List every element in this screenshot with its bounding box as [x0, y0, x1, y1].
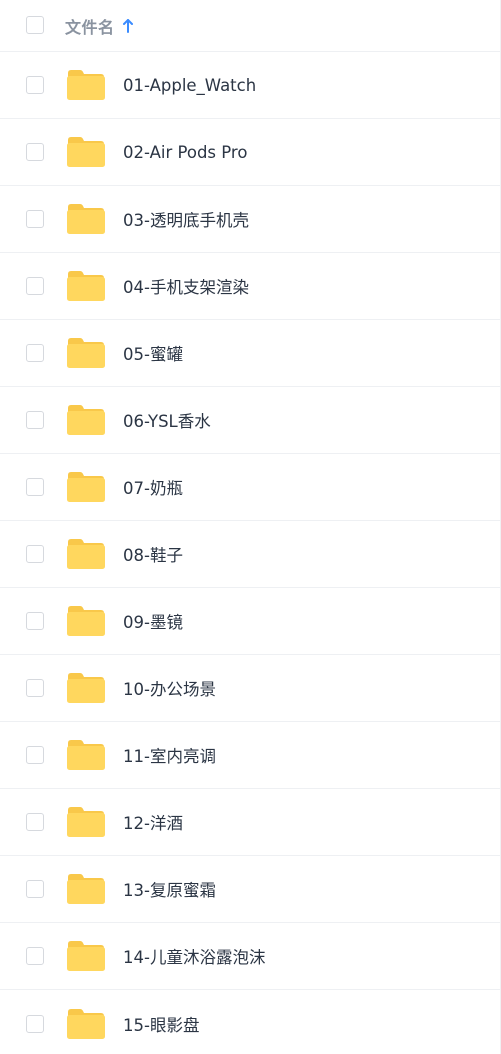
row-checkbox[interactable]: [26, 344, 44, 362]
folder-icon: [66, 404, 106, 436]
folder-icon: [66, 270, 106, 302]
folder-icon: [66, 1008, 106, 1040]
file-row[interactable]: 15-眼影盘: [0, 990, 500, 1054]
file-row[interactable]: 03-透明底手机壳: [0, 186, 500, 253]
row-checkbox[interactable]: [26, 478, 44, 496]
row-checkbox[interactable]: [26, 143, 44, 161]
row-checkbox[interactable]: [26, 679, 44, 697]
file-row[interactable]: 01-Apple_Watch: [0, 52, 500, 119]
file-name[interactable]: 11-室内亮调: [123, 743, 216, 767]
row-checkbox[interactable]: [26, 947, 44, 965]
folder-icon: [66, 739, 106, 771]
row-checkbox[interactable]: [26, 545, 44, 563]
row-checkbox[interactable]: [26, 612, 44, 630]
folder-icon: [66, 203, 106, 235]
folder-icon: [66, 873, 106, 905]
file-row[interactable]: 09-墨镜: [0, 588, 500, 655]
file-name[interactable]: 01-Apple_Watch: [123, 76, 256, 95]
folder-icon: [66, 672, 106, 704]
file-row[interactable]: 10-办公场景: [0, 655, 500, 722]
file-name[interactable]: 15-眼影盘: [123, 1012, 199, 1036]
file-name[interactable]: 09-墨镜: [123, 609, 183, 633]
file-name[interactable]: 06-YSL香水: [123, 408, 211, 432]
column-header-filename[interactable]: 文件名: [65, 14, 115, 38]
folder-icon: [66, 136, 106, 168]
folder-icon: [66, 605, 106, 637]
file-row[interactable]: 04-手机支架渲染: [0, 253, 500, 320]
file-row[interactable]: 08-鞋子: [0, 521, 500, 588]
row-checkbox[interactable]: [26, 76, 44, 94]
folder-icon: [66, 69, 106, 101]
file-name[interactable]: 14-儿童沐浴露泡沫: [123, 944, 265, 968]
file-row[interactable]: 14-儿童沐浴露泡沫: [0, 923, 500, 990]
file-row[interactable]: 11-室内亮调: [0, 722, 500, 789]
file-name[interactable]: 10-办公场景: [123, 676, 216, 700]
file-name[interactable]: 03-透明底手机壳: [123, 207, 249, 231]
row-checkbox[interactable]: [26, 813, 44, 831]
file-name[interactable]: 05-蜜罐: [123, 341, 183, 365]
file-row[interactable]: 13-复原蜜霜: [0, 856, 500, 923]
folder-icon: [66, 806, 106, 838]
select-all-checkbox[interactable]: [26, 15, 44, 34]
folder-icon: [66, 538, 106, 570]
file-name[interactable]: 04-手机支架渲染: [123, 274, 249, 298]
folder-icon: [66, 940, 106, 972]
file-name[interactable]: 08-鞋子: [123, 542, 183, 566]
file-list-header: 文件名: [0, 0, 500, 52]
file-row[interactable]: 06-YSL香水: [0, 387, 500, 454]
file-name[interactable]: 12-洋酒: [123, 810, 183, 834]
row-checkbox[interactable]: [26, 1014, 44, 1033]
file-name[interactable]: 07-奶瓶: [123, 475, 183, 499]
file-rows: 01-Apple_Watch 02-Air Pods Pro 03-透明底手机壳 04…: [0, 52, 500, 1054]
file-name[interactable]: 13-复原蜜霜: [123, 877, 216, 901]
row-checkbox[interactable]: [26, 411, 44, 429]
file-row[interactable]: 02-Air Pods Pro: [0, 119, 500, 186]
row-checkbox[interactable]: [26, 210, 44, 228]
folder-icon: [66, 471, 106, 503]
folder-icon: [66, 337, 106, 369]
file-name[interactable]: 02-Air Pods Pro: [123, 143, 247, 162]
arrow-up-icon[interactable]: [122, 18, 134, 34]
file-row[interactable]: 05-蜜罐: [0, 320, 500, 387]
row-checkbox[interactable]: [26, 746, 44, 764]
file-row[interactable]: 07-奶瓶: [0, 454, 500, 521]
file-row[interactable]: 12-洋酒: [0, 789, 500, 856]
row-checkbox[interactable]: [26, 880, 44, 898]
row-checkbox[interactable]: [26, 277, 44, 295]
file-list: 文件名 01-Apple_Watch 02-Air Pods Pro 03-透明底手…: [0, 0, 501, 1054]
